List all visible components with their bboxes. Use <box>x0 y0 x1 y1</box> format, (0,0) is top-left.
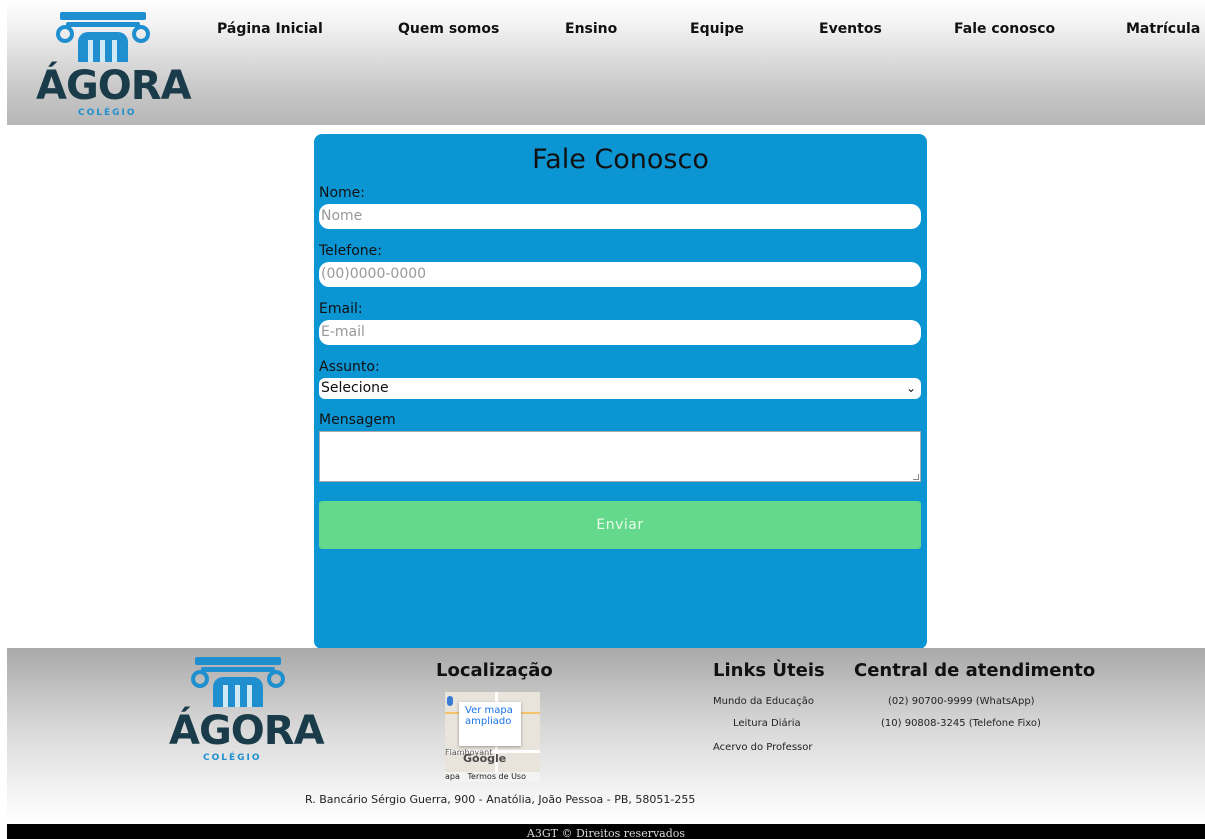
chevron-down-icon: ⌄ <box>905 381 916 395</box>
logo-column-flute <box>112 40 117 62</box>
nav-eventos[interactable]: Eventos <box>819 21 882 37</box>
google-logo: Google <box>463 752 507 765</box>
link-mundo-da-educacao[interactable]: Mundo da Educação <box>713 696 814 707</box>
resize-handle-icon[interactable] <box>913 474 919 480</box>
mensagem-textarea[interactable] <box>319 431 921 482</box>
mensagem-label: Mensagem <box>319 412 396 428</box>
assunto-selected-value: Selecione <box>321 380 389 396</box>
logo-column-flute <box>223 685 228 707</box>
map-attribution-left: apa <box>445 772 460 781</box>
logo-column-flute <box>88 40 93 62</box>
phone-whatsapp: (02) 90700-9999 (WhatsApp) <box>888 696 1035 707</box>
main-nav: Página Inicial Quem somos Ensino Equipe … <box>0 21 1205 41</box>
assunto-select[interactable]: Selecione ⌄ <box>319 378 921 399</box>
logo-pillar-cap-icon <box>195 657 281 665</box>
nome-field[interactable]: Nome <box>319 204 921 229</box>
nav-quem-somos[interactable]: Quem somos <box>398 21 499 37</box>
logo-pillar-cap-icon <box>60 12 146 20</box>
support-heading: Central de atendimento <box>854 660 1096 681</box>
map-pin-icon <box>447 696 453 706</box>
nav-fale-conosco[interactable]: Fale conosco <box>954 21 1055 37</box>
site-header: ÁGORA COLÉGIO <box>7 0 1205 125</box>
site-footer: ÁGORA COLÉGIO Localização Ver mapa ampli… <box>7 648 1205 824</box>
nav-equipe[interactable]: Equipe <box>690 21 744 37</box>
logo-subtitle: COLÉGIO <box>78 108 137 118</box>
copyright-text: A3GT © Direitos reservados <box>526 827 686 839</box>
email-label: Email: <box>319 301 363 317</box>
logo-pillar-band <box>201 667 275 672</box>
logo-subtitle: COLÉGIO <box>203 753 262 763</box>
logo-wordmark: ÁGORA <box>169 708 325 754</box>
links-heading: Links Ùteis <box>713 660 825 681</box>
contact-form: Fale Conosco Nome: Nome Telefone: (00)00… <box>314 134 927 649</box>
form-title: Fale Conosco <box>532 144 709 175</box>
logo-column-flute <box>247 685 252 707</box>
logo-column-flute <box>235 685 240 707</box>
nav-matricula[interactable]: Matrícula <box>1126 21 1200 37</box>
map-attribution-bar: apa Termos de Uso <box>445 772 540 782</box>
logo-scroll-left-icon <box>191 670 209 688</box>
logo-wordmark: ÁGORA <box>36 63 192 109</box>
nav-ensino[interactable]: Ensino <box>565 21 617 37</box>
logo-column-flute <box>100 40 105 62</box>
assunto-label: Assunto: <box>319 359 380 375</box>
phone-landline: (10) 90808-3245 (Telefone Fixo) <box>881 718 1041 729</box>
link-leitura-diaria[interactable]: Leitura Diária <box>733 718 801 729</box>
copyright-bar: A3GT © Direitos reservados <box>7 824 1205 839</box>
link-acervo-do-professor[interactable]: Acervo do Professor <box>713 742 812 753</box>
map-terms-link[interactable]: Termos de Uso <box>468 772 526 781</box>
embedded-map[interactable]: Ver mapa ampliado Flamboyant Google apa … <box>445 692 540 782</box>
nav-pagina-inicial[interactable]: Página Inicial <box>217 21 323 37</box>
location-heading: Localização <box>436 660 553 681</box>
email-field[interactable]: E-mail <box>319 320 921 345</box>
footer-logo[interactable]: ÁGORA COLÉGIO <box>163 657 325 767</box>
telefone-field[interactable]: (00)0000-0000 <box>319 262 921 287</box>
enviar-button[interactable]: Enviar <box>319 501 921 549</box>
address-text: R. Bancário Sérgio Guerra, 900 - Anatóli… <box>305 793 696 806</box>
view-larger-map-link[interactable]: Ver mapa ampliado <box>459 702 521 746</box>
telefone-label: Telefone: <box>319 243 382 259</box>
nome-label: Nome: <box>319 185 366 201</box>
logo-scroll-right-icon <box>267 670 285 688</box>
